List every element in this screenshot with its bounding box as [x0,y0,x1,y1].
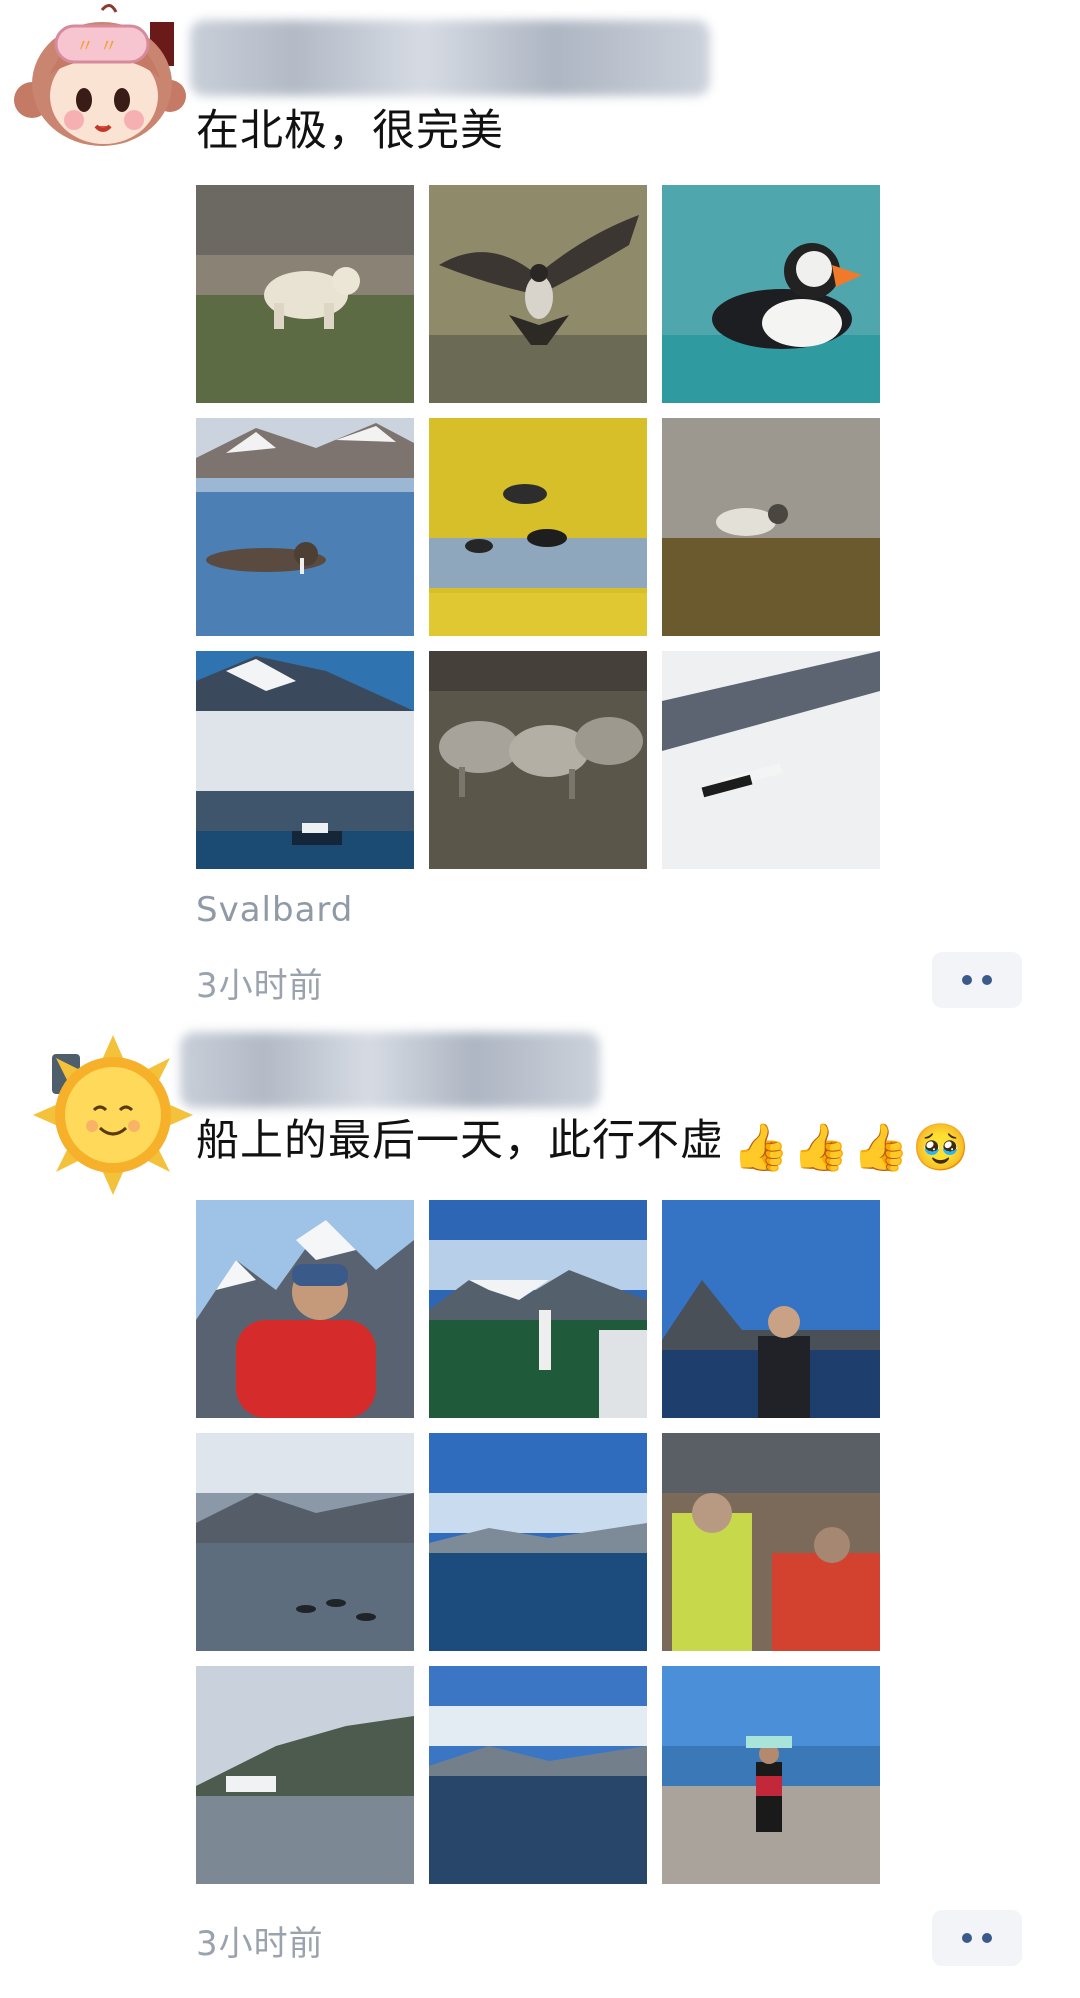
post-location[interactable]: Svalbard [196,890,353,930]
calm-bay-photo [429,1666,647,1884]
photo-thumbnail[interactable] [662,1666,880,1884]
photo-thumbnail[interactable] [662,1433,880,1651]
post-text: 船上的最后一天，此行不虚 👍👍👍🥹 [196,1106,971,1174]
thumbs-up-emoji-icon: 👍 [732,1120,791,1174]
user-name-blurred[interactable] [190,20,710,96]
user-avatar[interactable] [28,1030,198,1200]
photo-thumbnail[interactable] [429,1200,647,1418]
photo-thumbnail[interactable] [196,651,414,869]
man-on-deck-photo [662,1200,880,1418]
thumbs-up-emoji-icon: 👍 [852,1120,911,1174]
geese-photo [429,418,647,636]
pebble-beach-photo [662,1666,880,1884]
more-button[interactable] [932,1910,1022,1966]
photo-thumbnail[interactable] [429,1433,647,1651]
post-text: 在北极，很完美 [196,106,504,156]
moment-post: 船上的最后一天，此行不虚 👍👍👍🥹 3小时前 [0,1010,1080,1998]
photo-thumbnail[interactable] [662,418,880,636]
more-button[interactable] [932,952,1022,1008]
fjord-boats-photo [196,1433,414,1651]
post-text-content: 船上的最后一天，此行不虚 [196,1116,724,1166]
user-name-blurred[interactable] [180,1032,600,1108]
holding-back-tears-emoji-icon: 🥹 [912,1120,971,1174]
snow-person-photo [662,651,880,869]
harbor-ship-photo [196,1666,414,1884]
post-timestamp: 3小时前 [196,966,324,1006]
bird-photo [429,185,647,403]
blue-fjord-photo [429,1433,647,1651]
thumbs-up-emoji-icon: 👍 [792,1120,851,1174]
photo-grid [196,1200,880,1884]
photo-thumbnail[interactable] [662,1200,880,1418]
mountain-ship-photo [196,651,414,869]
photo-thumbnail[interactable] [429,185,647,403]
smiling-sun-avatar-icon [33,1035,193,1195]
post-timestamp: 3小时前 [196,1924,324,1964]
moment-post: 〃 〃 在北极，很完美 Svalbard 3小时前 [0,0,1080,1010]
svg-text:〃 〃: 〃 〃 [76,36,118,57]
polar-bear-photo [196,185,414,403]
photo-thumbnail[interactable] [196,1200,414,1418]
more-dots-icon [962,975,972,985]
photo-thumbnail[interactable] [429,651,647,869]
man-red-jacket-photo [196,1200,414,1418]
photo-thumbnail[interactable] [662,185,880,403]
puffin-photo [662,185,880,403]
arctic-fox-photo [662,418,880,636]
reindeer-photo [429,651,647,869]
photo-thumbnail[interactable] [662,651,880,869]
walrus-photo [196,418,414,636]
ship-deck-photo [429,1200,647,1418]
photo-thumbnail[interactable] [196,1433,414,1651]
photo-thumbnail[interactable] [429,1666,647,1884]
photo-thumbnail[interactable] [196,418,414,636]
photo-grid [196,185,880,869]
photo-thumbnail[interactable] [196,185,414,403]
more-dots-icon [962,1933,972,1943]
user-avatar[interactable]: 〃 〃 [10,0,192,150]
ship-lounge-photo [662,1433,880,1651]
photo-thumbnail[interactable] [196,1666,414,1884]
cartoon-girl-avatar-icon: 〃 〃 [14,4,186,146]
photo-thumbnail[interactable] [429,418,647,636]
